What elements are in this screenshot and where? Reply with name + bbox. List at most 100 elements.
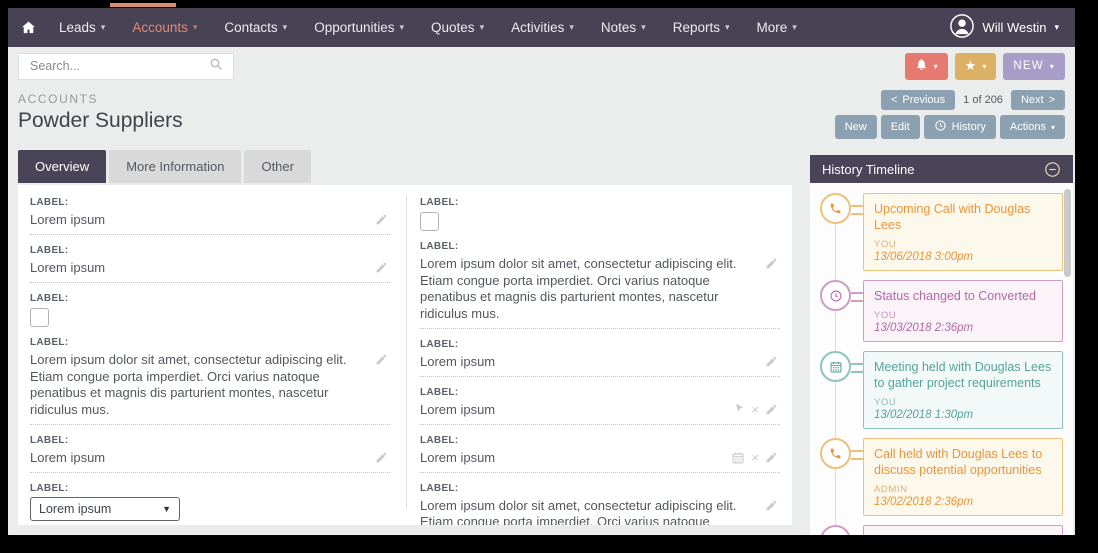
timeline-entry: Status changed to ConvertedYOU13/03/2018… bbox=[820, 280, 1063, 342]
edit-icon[interactable] bbox=[375, 261, 388, 274]
edit-icon[interactable] bbox=[375, 353, 388, 366]
nav-item-accounts[interactable]: Accounts▾ bbox=[126, 16, 203, 39]
select-dropdown[interactable]: Lorem ipsum▼ bbox=[30, 497, 180, 521]
field-value[interactable]: Lorem ipsum dolor sit amet, consectetur … bbox=[30, 350, 390, 425]
record-header-actions: < Previous 1 of 206 Next > New Edit bbox=[835, 90, 1065, 139]
clear-icon[interactable]: × bbox=[751, 403, 759, 416]
column-divider bbox=[406, 195, 407, 509]
field-value[interactable]: Lorem ipsum bbox=[30, 448, 390, 473]
timeline-scrollbar-thumb[interactable] bbox=[1064, 189, 1071, 277]
quick-actions: ▾ ★ ▾ NEW ▾ bbox=[905, 53, 1065, 80]
field-label: LABEL: bbox=[30, 435, 390, 446]
tab-other[interactable]: Other bbox=[244, 150, 311, 183]
field-text: Lorem ipsum bbox=[420, 354, 495, 369]
edit-icon[interactable] bbox=[765, 257, 778, 270]
nav-item-more[interactable]: More▾ bbox=[751, 16, 803, 39]
timeline-card-user: YOU bbox=[874, 239, 1052, 250]
edit-icon[interactable] bbox=[375, 451, 388, 464]
nav-item-activities[interactable]: Activities▾ bbox=[505, 16, 580, 39]
next-button[interactable]: Next > bbox=[1011, 90, 1065, 110]
app-window: Leads▾Accounts▾Contacts▾Opportunities▾Qu… bbox=[0, 0, 1098, 553]
timeline-card[interactable]: Call held with Douglas Lees to discuss p… bbox=[863, 438, 1063, 516]
field-text: LABEL:Lorem ipsum bbox=[30, 245, 390, 283]
edit-icon[interactable] bbox=[765, 403, 778, 416]
field-text: LABEL:Lorem ipsum bbox=[30, 197, 390, 235]
field-actions bbox=[375, 213, 388, 226]
nav-item-label: Quotes bbox=[431, 20, 475, 35]
actions-button[interactable]: Actions ▾ bbox=[1000, 115, 1065, 139]
timeline-card-date: 13/02/2018 1:30pm bbox=[874, 409, 1052, 421]
field-value[interactable]: Lorem ipsum bbox=[420, 352, 780, 377]
record-header: ACCOUNTS Powder Suppliers < Previous 1 o… bbox=[8, 85, 1075, 150]
nav-item-reports[interactable]: Reports▾ bbox=[667, 16, 736, 39]
user-name: Will Westin bbox=[982, 20, 1046, 35]
history-timeline-panel: History Timeline Upcoming Call with Doug… bbox=[810, 155, 1073, 535]
timeline-card[interactable]: Status changed to ResearchingADMIN13/02/… bbox=[863, 525, 1063, 535]
nav-item-quotes[interactable]: Quotes▾ bbox=[425, 16, 490, 39]
timeline-card[interactable]: Meeting held with Douglas Lees to gather… bbox=[863, 351, 1063, 429]
caret-down-icon: ▾ bbox=[725, 22, 730, 33]
field-label: LABEL: bbox=[420, 339, 780, 350]
new-button[interactable]: NEW ▾ bbox=[1003, 53, 1065, 80]
nav-item-label: Accounts bbox=[132, 20, 188, 35]
user-menu[interactable]: Will Westin ▾ bbox=[950, 14, 1059, 41]
calendar-icon bbox=[820, 351, 851, 382]
nav-item-contacts[interactable]: Contacts▾ bbox=[218, 16, 293, 39]
user-avatar-icon bbox=[950, 14, 974, 41]
edit-label: Edit bbox=[891, 121, 910, 133]
field-value[interactable]: Lorem ipsum bbox=[30, 210, 390, 235]
cursor-icon[interactable] bbox=[733, 403, 745, 415]
nav-item-notes[interactable]: Notes▾ bbox=[595, 16, 652, 39]
select-value: Lorem ipsum bbox=[39, 502, 111, 516]
search-icon[interactable] bbox=[208, 56, 224, 77]
timeline-card-date: 13/02/2018 2:36pm bbox=[874, 496, 1052, 508]
field-checkbox: LABEL: bbox=[420, 197, 780, 231]
history-button[interactable]: History bbox=[924, 115, 996, 139]
timeline-entry: Call held with Douglas Lees to discuss p… bbox=[820, 438, 1063, 516]
new-record-button[interactable]: New bbox=[835, 115, 877, 139]
field-value[interactable]: Lorem ipsum× bbox=[420, 400, 780, 425]
nav-item-label: Activities bbox=[511, 20, 564, 35]
history-timeline-header: History Timeline bbox=[810, 155, 1073, 183]
record-detail-panel: LABEL:Lorem ipsumLABEL:Lorem ipsumLABEL:… bbox=[18, 185, 792, 525]
timeline-card[interactable]: Status changed to ConvertedYOU13/03/2018… bbox=[863, 280, 1063, 342]
search-bar-row: ▾ ★ ▾ NEW ▾ bbox=[8, 47, 1075, 85]
clock-icon bbox=[820, 280, 851, 311]
notifications-button[interactable]: ▾ bbox=[905, 53, 948, 80]
edit-icon[interactable] bbox=[375, 213, 388, 226]
field-value[interactable]: Lorem ipsum dolor sit amet, consectetur … bbox=[420, 254, 780, 329]
tab-overview[interactable]: Overview bbox=[18, 150, 106, 183]
search-input[interactable] bbox=[28, 58, 208, 74]
previous-button[interactable]: < Previous bbox=[881, 90, 955, 110]
field-column-left: LABEL:Lorem ipsumLABEL:Lorem ipsumLABEL:… bbox=[30, 197, 390, 525]
edit-button[interactable]: Edit bbox=[881, 115, 920, 139]
edit-icon[interactable] bbox=[765, 451, 778, 464]
collapse-icon[interactable] bbox=[1044, 161, 1061, 178]
field-column-right: LABEL:LABEL:Lorem ipsum dolor sit amet, … bbox=[420, 197, 780, 525]
crm-page: Leads▾Accounts▾Contacts▾Opportunities▾Qu… bbox=[8, 8, 1075, 535]
timeline-entry: Meeting held with Douglas Lees to gather… bbox=[820, 351, 1063, 429]
field-textarea: LABEL:Lorem ipsum dolor sit amet, consec… bbox=[420, 483, 780, 526]
timeline-card-connector bbox=[851, 363, 863, 373]
home-icon[interactable] bbox=[20, 19, 37, 36]
caret-down-icon: ▾ bbox=[1051, 123, 1055, 132]
checkbox[interactable] bbox=[30, 308, 49, 327]
previous-button-label: Previous bbox=[902, 94, 945, 106]
field-value[interactable]: Lorem ipsum× bbox=[420, 448, 780, 473]
timeline-card[interactable]: Upcoming Call with Douglas LeesYOU13/06/… bbox=[863, 193, 1063, 271]
field-value[interactable]: Lorem ipsum dolor sit amet, consectetur … bbox=[420, 496, 780, 526]
nav-item-leads[interactable]: Leads▾ bbox=[53, 16, 111, 39]
clear-icon[interactable]: × bbox=[751, 451, 759, 464]
next-button-label: Next bbox=[1021, 94, 1044, 106]
calendar-icon[interactable] bbox=[731, 451, 745, 465]
timeline-card-title: Status changed to Researching bbox=[874, 533, 1052, 535]
nav-item-opportunities[interactable]: Opportunities▾ bbox=[308, 16, 410, 39]
edit-icon[interactable] bbox=[765, 355, 778, 368]
field-value[interactable]: Lorem ipsum bbox=[30, 258, 390, 283]
favorites-button[interactable]: ★ ▾ bbox=[955, 53, 997, 80]
timeline-card-connector bbox=[851, 205, 863, 215]
edit-icon[interactable] bbox=[765, 499, 778, 512]
tab-more-information[interactable]: More Information bbox=[109, 150, 241, 183]
field-label: LABEL: bbox=[420, 435, 780, 446]
checkbox[interactable] bbox=[420, 212, 439, 231]
